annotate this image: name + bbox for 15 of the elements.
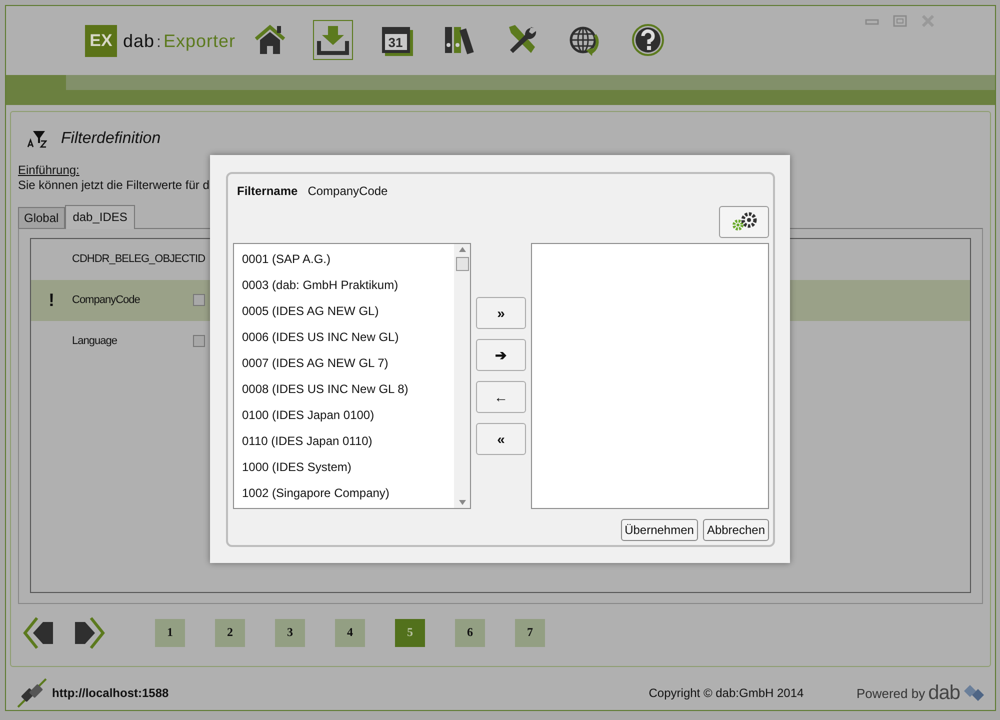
- copyright-text: Copyright © dab:GmbH 2014: [648, 686, 804, 700]
- powered-by-text: Powered by: [856, 686, 926, 701]
- server-url: http://localhost:1588: [52, 686, 169, 700]
- filter-name-label: Filtername: [237, 184, 298, 198]
- powered-by-logo: dab: [928, 682, 960, 705]
- page-title: Filterdefinition: [61, 130, 161, 148]
- logo-badge: EX: [85, 25, 117, 57]
- intro-heading: Einführung:: [18, 162, 80, 178]
- filter-name-value: CompanyCode: [308, 184, 388, 198]
- intro-text: Sie können jetzt die Filterwerte für d: [18, 178, 210, 193]
- required-mark: !: [48, 290, 56, 311]
- logo-text: dab:Exporter: [123, 30, 236, 52]
- filter-name: CompanyCode: [72, 294, 141, 306]
- calendar-icon: 31: [382, 27, 410, 53]
- filter-name: Language: [72, 335, 118, 348]
